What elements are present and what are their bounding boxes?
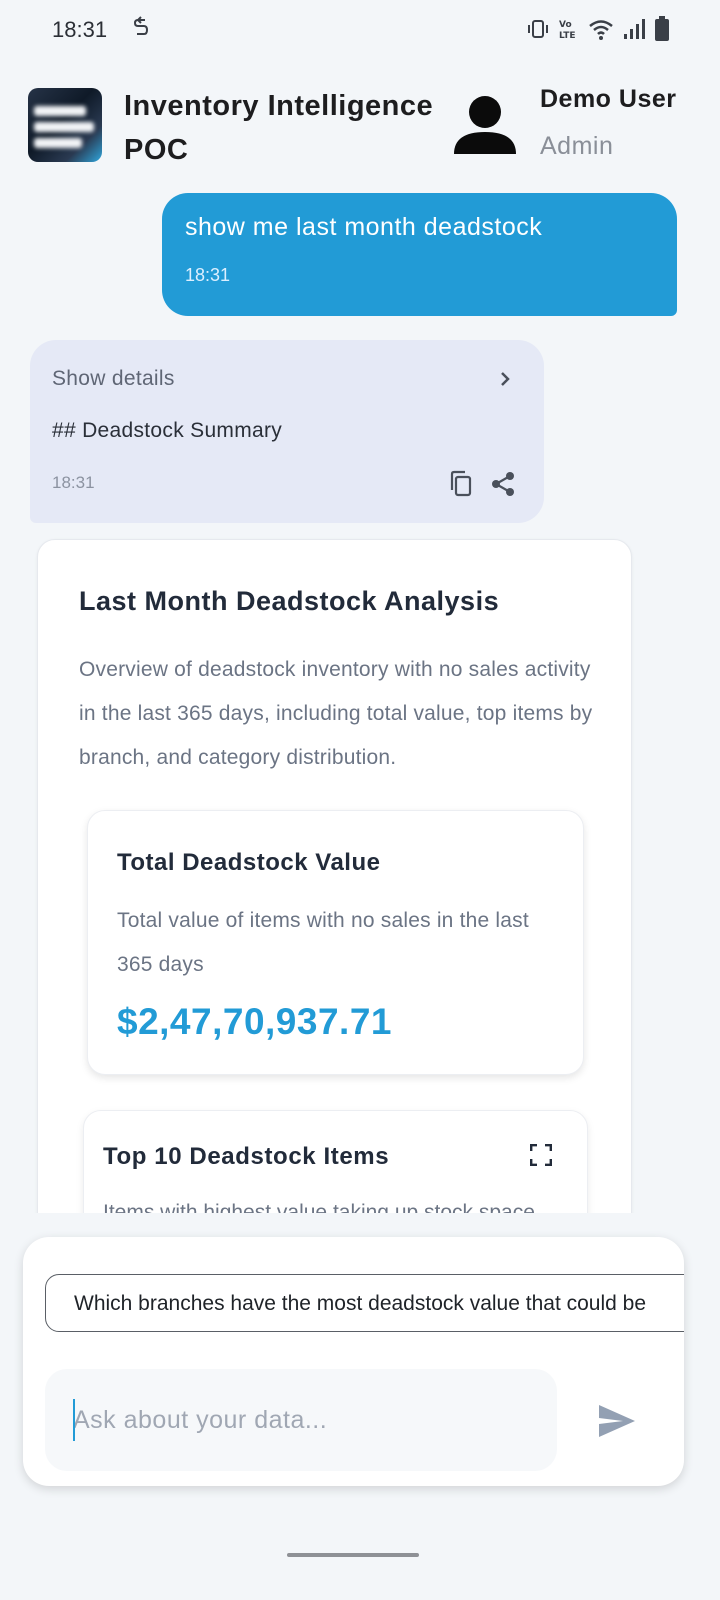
user-name: Demo User: [540, 85, 677, 113]
svg-text:Vo: Vo: [559, 20, 572, 30]
total-deadstock-value: $2,47,70,937.71: [117, 1001, 392, 1042]
text-caret: [73, 1399, 75, 1441]
copy-icon[interactable]: [448, 470, 474, 503]
analysis-description: Overview of deadstock inventory with no …: [79, 658, 593, 769]
battery-icon: [654, 16, 670, 47]
status-time: 18:31: [52, 17, 108, 42]
svg-text:LTE: LTE: [559, 31, 576, 41]
total-deadstock-description: Total value of items with no sales in th…: [117, 909, 529, 976]
top-deadstock-items-card: Top 10 Deadstock Items Items with highes…: [83, 1110, 588, 1213]
assistant-message-text: ## Deadstock Summary: [52, 419, 283, 442]
user-message-text: show me last month deadstock: [185, 213, 543, 241]
share-icon[interactable]: [490, 470, 516, 503]
fullscreen-icon[interactable]: [529, 1143, 553, 1171]
composer-panel: Which branches have the most deadstock v…: [23, 1237, 684, 1486]
signal-icon: [622, 17, 646, 46]
top-deadstock-items-description: Items with highest value taking up stock…: [103, 1201, 535, 1213]
app-logo: [28, 88, 102, 162]
message-scroll-area[interactable]: Last Month Deadstock Analysis Overview o…: [0, 530, 720, 1213]
user-role: Admin: [540, 132, 614, 160]
app-header: Inventory Intelligence POC Demo User Adm…: [0, 80, 720, 180]
assistant-message-time: 18:31: [52, 473, 95, 492]
total-deadstock-title: Total Deadstock Value: [117, 849, 381, 876]
chat-input-box[interactable]: [45, 1369, 557, 1471]
user-avatar-icon[interactable]: [452, 92, 518, 158]
home-indicator[interactable]: [287, 1553, 419, 1557]
app-title: Inventory Intelligence POC: [124, 90, 434, 166]
status-icons: Vo LTE: [526, 16, 670, 47]
assistant-message-bubble: Show details ## Deadstock Summary 18:31: [30, 340, 544, 523]
vibrate-icon: [526, 17, 550, 46]
volte-icon: Vo LTE: [558, 17, 580, 46]
analysis-title: Last Month Deadstock Analysis: [79, 586, 500, 616]
chat-input[interactable]: [73, 1399, 543, 1441]
top-deadstock-items-title: Top 10 Deadstock Items: [103, 1143, 390, 1170]
status-bar: 18:31 Vo LTE: [0, 0, 720, 60]
chevron-right-icon[interactable]: [496, 369, 514, 394]
sync-icon: [133, 16, 149, 45]
send-icon[interactable]: [597, 1403, 643, 1443]
user-message-bubble: show me last month deadstock 18:31: [162, 193, 677, 316]
wifi-icon: [588, 17, 614, 46]
show-details-toggle[interactable]: Show details: [52, 367, 175, 391]
analysis-card: Last Month Deadstock Analysis Overview o…: [37, 539, 632, 1213]
user-message-time: 18:31: [185, 265, 231, 285]
total-deadstock-card: Total Deadstock Value Total value of ite…: [87, 810, 584, 1075]
suggestion-chip[interactable]: Which branches have the most deadstock v…: [45, 1274, 684, 1332]
